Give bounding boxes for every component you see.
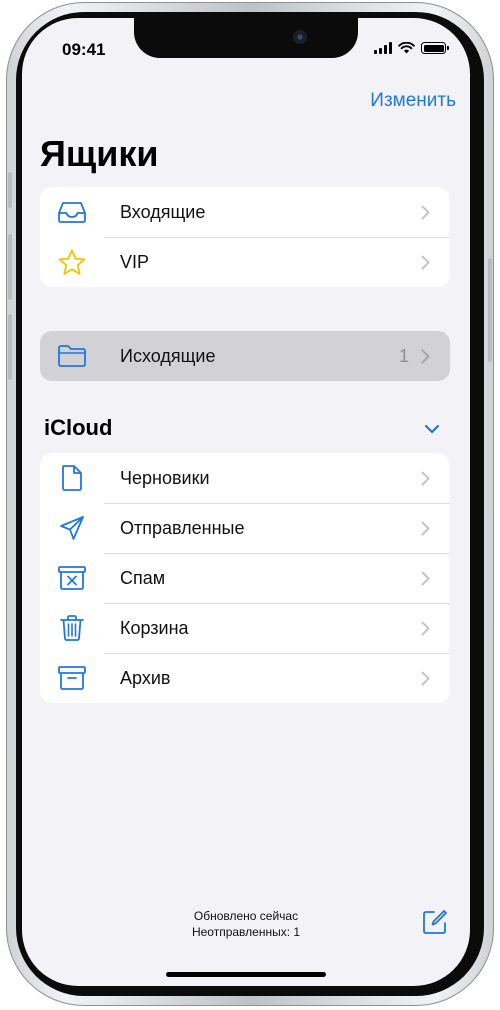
mailbox-label: Черновики (120, 467, 210, 488)
front-camera (293, 30, 307, 44)
battery-icon (421, 42, 449, 54)
silent-switch (8, 172, 12, 208)
mailbox-label: VIP (120, 251, 150, 272)
chevron-right-icon (421, 571, 430, 586)
status-time: 09:41 (62, 40, 106, 59)
chevron-right-icon (421, 521, 430, 536)
mailbox-label: Корзина (120, 617, 189, 638)
wifi-icon (398, 42, 415, 54)
chevron-right-icon (421, 671, 430, 686)
paper-plane-icon (56, 512, 88, 544)
mailbox-row-outbox[interactable]: Исходящие 1 (40, 331, 450, 381)
chevron-right-icon (421, 255, 430, 270)
chevron-right-icon (421, 471, 430, 486)
notch (134, 18, 358, 58)
chevron-down-icon[interactable] (424, 421, 440, 439)
cellular-signal-icon (374, 42, 392, 54)
document-icon (56, 462, 88, 494)
junk-bin-icon (56, 562, 88, 594)
chevron-right-icon (421, 621, 430, 636)
compose-icon[interactable] (422, 909, 448, 940)
unread-count: 1 (398, 345, 409, 366)
mailboxes-group: Входящие VIP (40, 187, 450, 287)
chevron-right-icon (421, 349, 430, 364)
mailbox-row-vip[interactable]: VIP (40, 237, 450, 287)
archive-box-icon (56, 662, 88, 694)
page-title: Ящики (40, 133, 159, 174)
unsent-status-text: Неотправленных: 1 (191, 925, 301, 939)
sync-status: Обновлено сейчас Неотправленных: 1 (22, 908, 470, 940)
status-icons (374, 42, 449, 54)
chevron-right-icon (421, 205, 430, 220)
volume-down-button (8, 314, 12, 380)
home-indicator[interactable] (166, 972, 326, 977)
mailbox-row-trash[interactable]: Корзина (40, 603, 450, 653)
mailbox-row-junk[interactable]: Спам (40, 553, 450, 603)
edit-button[interactable]: Изменить (370, 90, 456, 112)
mailbox-label: Архив (120, 667, 171, 688)
volume-up-button (8, 234, 12, 300)
mailbox-label: Спам (120, 567, 166, 588)
mailbox-label: Входящие (120, 201, 206, 222)
mailbox-label: Исходящие (120, 345, 216, 366)
star-icon (56, 246, 88, 278)
section-title-icloud: iCloud (44, 415, 113, 440)
mailbox-label: Отправленные (120, 517, 245, 538)
icloud-mailboxes-group: Черновики Отправленные Спам Корзина Архи… (40, 453, 450, 703)
mailbox-row-inbox[interactable]: Входящие (40, 187, 450, 237)
mailbox-row-drafts[interactable]: Черновики (40, 453, 450, 503)
side-button (488, 258, 492, 362)
mailbox-row-archive[interactable]: Архив (40, 653, 450, 703)
inbox-icon (56, 196, 88, 228)
trash-icon (56, 612, 88, 644)
updated-status-text: Обновлено сейчас (193, 909, 299, 923)
folder-icon (56, 340, 88, 372)
screen: 09:41 Изменить Ящики Входящие VIP Исходя… (22, 18, 470, 986)
mailbox-row-sent[interactable]: Отправленные (40, 503, 450, 553)
